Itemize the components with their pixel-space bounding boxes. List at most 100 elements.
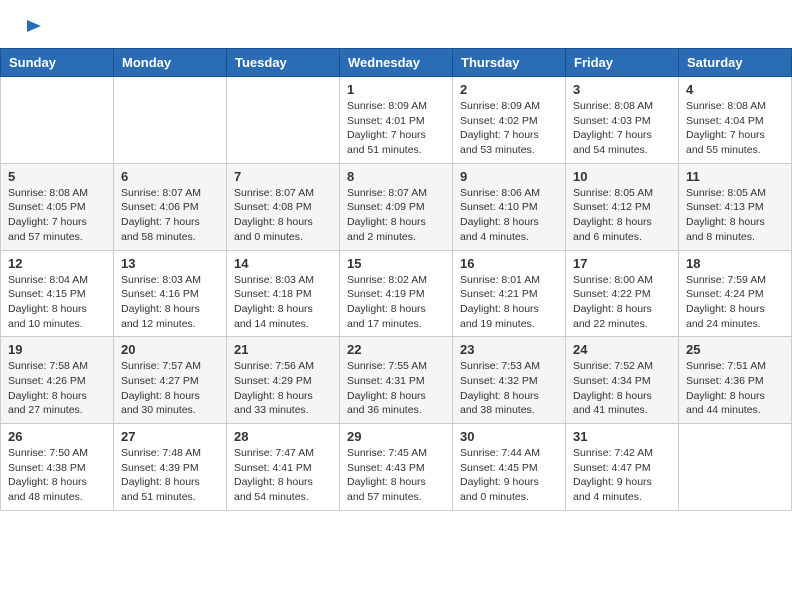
calendar-cell: 17 Sunrise: 8:00 AM Sunset: 4:22 PM Dayli… [566, 250, 679, 337]
calendar-row-5: 26Sunrise: 7:50 AM Sunset: 4:38 PM Dayli… [1, 424, 792, 511]
day-info: Sunrise: 8:07 AM Sunset: 4:09 PM Dayligh… [347, 186, 445, 245]
calendar-cell [679, 424, 792, 511]
page: SundayMondayTuesdayWednesdayThursdayFrid… [0, 0, 792, 511]
calendar-cell: 28 Sunrise: 7:47 AM Sunset: 4:41 PM Dayli… [227, 424, 340, 511]
day-number: 23 [460, 342, 558, 357]
day-info: Sunrise: 7:51 AM Sunset: 4:36 PM Dayligh… [686, 359, 784, 418]
calendar-cell: 11 Sunrise: 8:05 AM Sunset: 4:13 PM Dayli… [679, 163, 792, 250]
calendar-cell: 7 Sunrise: 8:07 AM Sunset: 4:08 PM Daylig… [227, 163, 340, 250]
col-header-thursday: Thursday [453, 49, 566, 77]
calendar-cell: 9 Sunrise: 8:06 AM Sunset: 4:10 PM Daylig… [453, 163, 566, 250]
header [0, 0, 792, 48]
day-info: Sunrise: 7:59 AM Sunset: 4:24 PM Dayligh… [686, 273, 784, 332]
col-header-sunday: Sunday [1, 49, 114, 77]
day-number: 8 [347, 169, 445, 184]
calendar-cell: 19 Sunrise: 7:58 AM Sunset: 4:26 PM Dayli… [1, 337, 114, 424]
calendar-cell [1, 77, 114, 164]
day-number: 7 [234, 169, 332, 184]
day-info: Sunrise: 7:52 AM Sunset: 4:34 PM Dayligh… [573, 359, 671, 418]
logo-flag-icon [25, 18, 43, 36]
day-info: Sunrise: 8:05 AM Sunset: 4:13 PM Dayligh… [686, 186, 784, 245]
day-info: Sunrise: 8:00 AM Sunset: 4:22 PM Dayligh… [573, 273, 671, 332]
logo [24, 18, 44, 38]
day-number: 27 [121, 429, 219, 444]
calendar-cell: 31 Sunrise: 7:42 AM Sunset: 4:47 PM Dayli… [566, 424, 679, 511]
day-info: Sunrise: 7:48 AM Sunset: 4:39 PM Dayligh… [121, 446, 219, 505]
day-number: 1 [347, 82, 445, 97]
col-header-tuesday: Tuesday [227, 49, 340, 77]
calendar-cell: 15 Sunrise: 8:02 AM Sunset: 4:19 PM Dayli… [340, 250, 453, 337]
day-info: Sunrise: 7:47 AM Sunset: 4:41 PM Dayligh… [234, 446, 332, 505]
day-number: 22 [347, 342, 445, 357]
calendar-cell: 22 Sunrise: 7:55 AM Sunset: 4:31 PM Dayli… [340, 337, 453, 424]
day-info: Sunrise: 8:06 AM Sunset: 4:10 PM Dayligh… [460, 186, 558, 245]
day-number: 4 [686, 82, 784, 97]
day-number: 11 [686, 169, 784, 184]
day-info: Sunrise: 7:58 AM Sunset: 4:26 PM Dayligh… [8, 359, 106, 418]
col-header-saturday: Saturday [679, 49, 792, 77]
calendar-cell: 23Sunrise: 7:53 AM Sunset: 4:32 PM Dayli… [453, 337, 566, 424]
calendar-row-1: 1Sunrise: 8:09 AM Sunset: 4:01 PM Daylig… [1, 77, 792, 164]
calendar-cell: 30Sunrise: 7:44 AM Sunset: 4:45 PM Dayli… [453, 424, 566, 511]
col-header-monday: Monday [114, 49, 227, 77]
calendar-header-row: SundayMondayTuesdayWednesdayThursdayFrid… [1, 49, 792, 77]
day-info: Sunrise: 8:03 AM Sunset: 4:16 PM Dayligh… [121, 273, 219, 332]
day-number: 24 [573, 342, 671, 357]
calendar-cell: 13 Sunrise: 8:03 AM Sunset: 4:16 PM Dayli… [114, 250, 227, 337]
day-number: 5 [8, 169, 106, 184]
calendar-row-4: 19 Sunrise: 7:58 AM Sunset: 4:26 PM Dayli… [1, 337, 792, 424]
calendar-cell: 27 Sunrise: 7:48 AM Sunset: 4:39 PM Dayli… [114, 424, 227, 511]
calendar-cell: 14 Sunrise: 8:03 AM Sunset: 4:18 PM Dayli… [227, 250, 340, 337]
day-info: Sunrise: 7:56 AM Sunset: 4:29 PM Dayligh… [234, 359, 332, 418]
calendar-cell: 10 Sunrise: 8:05 AM Sunset: 4:12 PM Dayli… [566, 163, 679, 250]
col-header-wednesday: Wednesday [340, 49, 453, 77]
day-info: Sunrise: 7:42 AM Sunset: 4:47 PM Dayligh… [573, 446, 671, 505]
calendar-row-2: 5Sunrise: 8:08 AM Sunset: 4:05 PM Daylig… [1, 163, 792, 250]
day-info: Sunrise: 7:45 AM Sunset: 4:43 PM Dayligh… [347, 446, 445, 505]
calendar-cell: 1Sunrise: 8:09 AM Sunset: 4:01 PM Daylig… [340, 77, 453, 164]
day-info: Sunrise: 8:01 AM Sunset: 4:21 PM Dayligh… [460, 273, 558, 332]
day-number: 20 [121, 342, 219, 357]
day-info: Sunrise: 8:03 AM Sunset: 4:18 PM Dayligh… [234, 273, 332, 332]
calendar-cell [114, 77, 227, 164]
day-number: 13 [121, 256, 219, 271]
day-info: Sunrise: 7:50 AM Sunset: 4:38 PM Dayligh… [8, 446, 106, 505]
day-info: Sunrise: 7:55 AM Sunset: 4:31 PM Dayligh… [347, 359, 445, 418]
calendar-cell: 16Sunrise: 8:01 AM Sunset: 4:21 PM Dayli… [453, 250, 566, 337]
day-number: 28 [234, 429, 332, 444]
calendar-cell: 26Sunrise: 7:50 AM Sunset: 4:38 PM Dayli… [1, 424, 114, 511]
day-number: 25 [686, 342, 784, 357]
day-info: Sunrise: 7:57 AM Sunset: 4:27 PM Dayligh… [121, 359, 219, 418]
day-info: Sunrise: 8:02 AM Sunset: 4:19 PM Dayligh… [347, 273, 445, 332]
calendar-cell: 18 Sunrise: 7:59 AM Sunset: 4:24 PM Dayli… [679, 250, 792, 337]
day-number: 17 [573, 256, 671, 271]
day-number: 3 [573, 82, 671, 97]
calendar-row-3: 12 Sunrise: 8:04 AM Sunset: 4:15 PM Dayli… [1, 250, 792, 337]
day-number: 18 [686, 256, 784, 271]
day-number: 12 [8, 256, 106, 271]
day-info: Sunrise: 8:07 AM Sunset: 4:06 PM Dayligh… [121, 186, 219, 245]
calendar-cell: 2Sunrise: 8:09 AM Sunset: 4:02 PM Daylig… [453, 77, 566, 164]
day-info: Sunrise: 8:07 AM Sunset: 4:08 PM Dayligh… [234, 186, 332, 245]
day-info: Sunrise: 8:08 AM Sunset: 4:04 PM Dayligh… [686, 99, 784, 158]
calendar-cell: 21Sunrise: 7:56 AM Sunset: 4:29 PM Dayli… [227, 337, 340, 424]
calendar-cell: 8 Sunrise: 8:07 AM Sunset: 4:09 PM Daylig… [340, 163, 453, 250]
day-number: 10 [573, 169, 671, 184]
calendar-cell: 3Sunrise: 8:08 AM Sunset: 4:03 PM Daylig… [566, 77, 679, 164]
calendar-cell: 20 Sunrise: 7:57 AM Sunset: 4:27 PM Dayli… [114, 337, 227, 424]
calendar-cell: 6Sunrise: 8:07 AM Sunset: 4:06 PM Daylig… [114, 163, 227, 250]
day-info: Sunrise: 8:09 AM Sunset: 4:02 PM Dayligh… [460, 99, 558, 158]
day-info: Sunrise: 8:04 AM Sunset: 4:15 PM Dayligh… [8, 273, 106, 332]
calendar-cell: 24 Sunrise: 7:52 AM Sunset: 4:34 PM Dayli… [566, 337, 679, 424]
col-header-friday: Friday [566, 49, 679, 77]
day-number: 19 [8, 342, 106, 357]
day-number: 9 [460, 169, 558, 184]
calendar-cell: 29 Sunrise: 7:45 AM Sunset: 4:43 PM Dayli… [340, 424, 453, 511]
day-number: 14 [234, 256, 332, 271]
day-number: 15 [347, 256, 445, 271]
day-number: 31 [573, 429, 671, 444]
calendar-cell [227, 77, 340, 164]
day-number: 29 [347, 429, 445, 444]
calendar-cell: 12 Sunrise: 8:04 AM Sunset: 4:15 PM Dayli… [1, 250, 114, 337]
day-info: Sunrise: 8:05 AM Sunset: 4:12 PM Dayligh… [573, 186, 671, 245]
